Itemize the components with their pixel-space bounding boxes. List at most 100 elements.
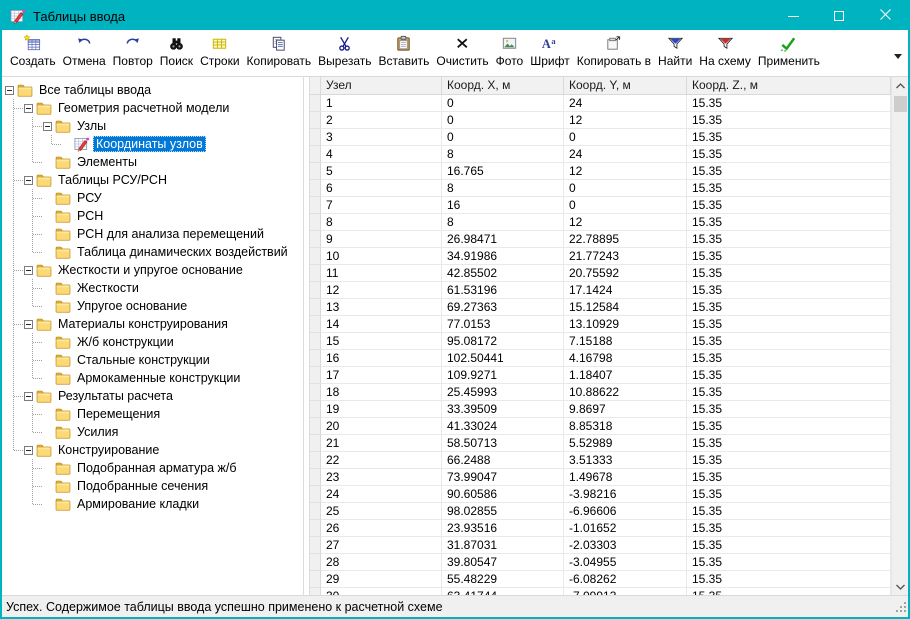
table-cell[interactable]: 20 <box>321 418 442 435</box>
tree-item-label[interactable]: Усилия <box>74 424 121 440</box>
table-cell[interactable]: 5 <box>321 163 442 180</box>
table-cell[interactable]: 15.35 <box>687 333 891 350</box>
table-cell[interactable]: 1.49678 <box>564 469 687 486</box>
table-cell[interactable]: 15.35 <box>687 435 891 452</box>
toolbar-button-font-aa[interactable]: AaШрифт <box>528 32 571 76</box>
table-cell[interactable]: 15.35 <box>687 554 891 571</box>
table-cell[interactable]: 8 <box>442 180 564 197</box>
tree-item-label[interactable]: Координаты узлов <box>93 136 206 152</box>
table-cell[interactable]: 15.35 <box>687 350 891 367</box>
row-header[interactable] <box>310 503 321 520</box>
table-cell[interactable]: 6 <box>321 180 442 197</box>
tree-item[interactable]: Геометрия расчетной модели <box>4 99 303 117</box>
table-cell[interactable]: 24 <box>564 146 687 163</box>
table-cell[interactable]: 15.35 <box>687 503 891 520</box>
tree-item-label[interactable]: Стальные конструкции <box>74 352 213 368</box>
tree-item[interactable]: Ж/б конструкции <box>4 333 303 351</box>
toolbar-button-redo[interactable]: Повтор <box>111 32 155 76</box>
row-header[interactable] <box>310 282 321 299</box>
row-header[interactable] <box>310 588 321 595</box>
table-cell[interactable]: 8 <box>442 146 564 163</box>
table-cell[interactable]: 7 <box>321 197 442 214</box>
row-header[interactable] <box>310 520 321 537</box>
table-cell[interactable]: 1.18407 <box>564 367 687 384</box>
table-cell[interactable]: -2.03303 <box>564 537 687 554</box>
close-button[interactable] <box>862 2 908 30</box>
row-header[interactable] <box>310 537 321 554</box>
row-header[interactable] <box>310 112 321 129</box>
table-cell[interactable]: 58.50713 <box>442 435 564 452</box>
tree-item[interactable]: Подобранные сечения <box>4 477 303 495</box>
table-cell[interactable]: 8 <box>321 214 442 231</box>
table-cell[interactable]: 77.0153 <box>442 316 564 333</box>
table-cell[interactable]: 17.1424 <box>564 282 687 299</box>
row-header[interactable] <box>310 231 321 248</box>
table-cell[interactable]: 66.2488 <box>442 452 564 469</box>
collapse-toggle-icon[interactable] <box>24 176 33 185</box>
toolbar-button-photo[interactable]: Фото <box>494 32 526 76</box>
table-cell[interactable]: 20.75592 <box>564 265 687 282</box>
table-cell[interactable]: 15.35 <box>687 282 891 299</box>
table-cell[interactable]: 0 <box>442 112 564 129</box>
row-header[interactable] <box>310 129 321 146</box>
table-cell[interactable]: -6.08262 <box>564 571 687 588</box>
tree-item[interactable]: Материалы конструирования <box>4 315 303 333</box>
tree-item-label[interactable]: Результаты расчета <box>55 388 176 404</box>
table-cell[interactable]: 15.35 <box>687 299 891 316</box>
table-cell[interactable]: -3.04955 <box>564 554 687 571</box>
collapse-toggle-icon[interactable] <box>43 122 52 131</box>
row-header[interactable] <box>310 469 321 486</box>
table-cell[interactable]: 3.51333 <box>564 452 687 469</box>
table-cell[interactable]: 15.35 <box>687 231 891 248</box>
column-header[interactable]: Коорд. X, м <box>442 77 564 95</box>
table-cell[interactable]: 0 <box>564 129 687 146</box>
table-cell[interactable]: 61.53196 <box>442 282 564 299</box>
collapse-toggle-icon[interactable] <box>24 104 33 113</box>
table-cell[interactable]: 16.765 <box>442 163 564 180</box>
tree-item-label[interactable]: Материалы конструирования <box>55 316 231 332</box>
table-cell[interactable]: 13 <box>321 299 442 316</box>
table-cell[interactable]: 18 <box>321 384 442 401</box>
toolbar-button-copy[interactable]: Копировать <box>245 32 314 76</box>
toolbar-button-apply-check[interactable]: Применить <box>756 32 822 76</box>
table-cell[interactable]: 73.99047 <box>442 469 564 486</box>
table-cell[interactable]: 15.35 <box>687 248 891 265</box>
table-cell[interactable]: 15.35 <box>687 384 891 401</box>
tree-item[interactable]: Жесткости и упругое основание <box>4 261 303 279</box>
toolbar-button-paste[interactable]: Вставить <box>377 32 432 76</box>
table-cell[interactable]: 12 <box>564 112 687 129</box>
table-cell[interactable]: 28 <box>321 554 442 571</box>
table-cell[interactable]: 15.35 <box>687 163 891 180</box>
table-cell[interactable]: 22.78895 <box>564 231 687 248</box>
column-header[interactable]: Коорд. Z., м <box>687 77 891 95</box>
table-cell[interactable]: 15.35 <box>687 486 891 503</box>
minimize-button[interactable] <box>770 2 816 30</box>
tree-item-label[interactable]: Таблица динамических воздействий <box>74 244 291 260</box>
table-cell[interactable]: 15 <box>321 333 442 350</box>
tree-item-label[interactable]: Упругое основание <box>74 298 190 314</box>
table-cell[interactable]: 15.35 <box>687 146 891 163</box>
table-cell[interactable]: 102.50441 <box>442 350 564 367</box>
table-cell[interactable]: 15.35 <box>687 520 891 537</box>
table-cell[interactable]: 90.60586 <box>442 486 564 503</box>
table-cell[interactable]: -1.01652 <box>564 520 687 537</box>
table-cell[interactable]: 69.27363 <box>442 299 564 316</box>
collapse-toggle-icon[interactable] <box>24 320 33 329</box>
table-cell[interactable]: 15.35 <box>687 129 891 146</box>
table-cell[interactable]: 23.93516 <box>442 520 564 537</box>
table-cell[interactable]: 10.88622 <box>564 384 687 401</box>
row-header[interactable] <box>310 350 321 367</box>
table-cell[interactable]: 15.35 <box>687 197 891 214</box>
tree-item[interactable]: Координаты узлов <box>4 135 303 153</box>
table-cell[interactable]: 4.16798 <box>564 350 687 367</box>
table-cell[interactable]: 15.35 <box>687 367 891 384</box>
tree-item[interactable]: Подобранная арматура ж/б <box>4 459 303 477</box>
table-cell[interactable]: 1 <box>321 95 442 112</box>
row-header[interactable] <box>310 146 321 163</box>
collapse-toggle-icon[interactable] <box>24 446 33 455</box>
row-header[interactable] <box>310 197 321 214</box>
column-header[interactable]: Узел <box>321 77 442 95</box>
column-header[interactable]: Коорд. Y, м <box>564 77 687 95</box>
tree-item-label[interactable]: РСН для анализа перемещений <box>74 226 267 242</box>
table-cell[interactable]: 15.35 <box>687 214 891 231</box>
